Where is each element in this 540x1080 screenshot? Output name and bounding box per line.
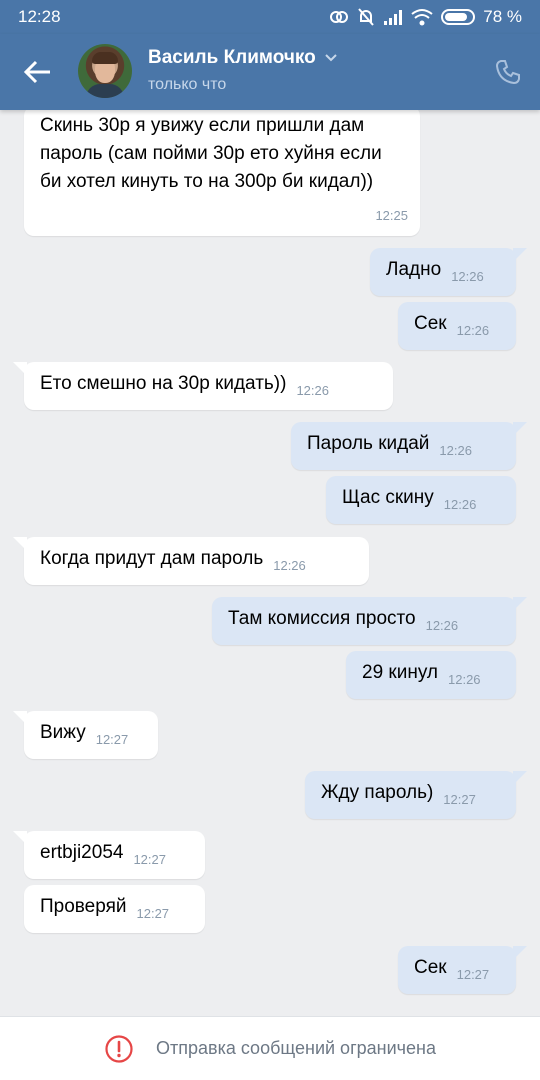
message-outgoing[interactable]: 29 кинул 12:26 (346, 651, 516, 699)
message-text: Ето смешно на 30р кидать)) (40, 373, 287, 394)
message-time: 12:25 (375, 208, 408, 223)
message-list[interactable]: Скинь 30р я увижу если пришли дам пароль… (0, 110, 540, 1016)
message-time: 12:26 (425, 618, 459, 633)
message-text: Вижу (40, 722, 86, 743)
message-text: Пароль кидай (307, 433, 430, 454)
message-incoming[interactable]: Вижу 12:27 (13, 711, 158, 759)
avatar[interactable] (78, 44, 132, 98)
chat-header: Василь Климочко только что (0, 34, 540, 110)
restriction-notice: Отправка сообщений ограничена (156, 1038, 436, 1058)
message-incoming[interactable]: Проверяй 12:27 (24, 885, 205, 933)
back-arrow-icon[interactable] (20, 56, 60, 88)
message-text: ertbji2054 (40, 842, 124, 863)
signal-icon (384, 10, 403, 25)
message-text: Проверяй (40, 896, 127, 917)
message-incoming[interactable]: Ето смешно на 30р кидать)) 12:26 (13, 362, 393, 410)
message-time: 12:26 (296, 383, 329, 398)
battery-percent: 78 % (483, 7, 522, 26)
message-incoming[interactable]: Скинь 30р я увижу если пришли дам пароль… (24, 110, 420, 236)
message-text: Сек (414, 957, 447, 978)
message-time: 12:26 (273, 558, 306, 573)
message-text: Там комиссия просто (228, 608, 416, 629)
chevron-down-icon (325, 54, 337, 62)
status-icons: 78 % (329, 7, 522, 27)
message-outgoing[interactable]: Сек 12:27 (398, 946, 527, 994)
contact-name[interactable]: Василь Климочко (148, 47, 338, 69)
message-time: 12:26 (448, 672, 481, 687)
message-outgoing[interactable]: Пароль кидай 12:26 (291, 422, 527, 470)
message-text: Сек (414, 313, 447, 334)
mute-bell-icon (358, 8, 375, 26)
message-incoming[interactable]: Когда придут дам пароль 12:26 (13, 537, 369, 585)
message-time: 12:26 (451, 269, 484, 284)
message-text: Жду пароль) (321, 782, 434, 803)
message-text: Щас скину (342, 487, 434, 508)
message-time: 12:26 (439, 443, 472, 458)
status-time: 12:28 (18, 7, 61, 26)
warning-icon (105, 1034, 133, 1063)
message-text: Ладно (386, 259, 442, 280)
wifi-icon (411, 9, 433, 26)
message-time: 12:27 (95, 732, 129, 747)
message-time: 12:26 (443, 497, 477, 512)
message-time: 12:27 (443, 792, 476, 807)
status-bar: 12:28 78 % (0, 0, 540, 34)
message-text: Когда придут дам пароль (40, 548, 264, 569)
message-outgoing[interactable]: Щас скину 12:26 (326, 476, 516, 524)
contact-status: только что (148, 76, 227, 93)
battery-icon (441, 9, 476, 25)
message-incoming[interactable]: ertbji2054 12:27 (13, 831, 205, 879)
send-restricted-bar: Отправка сообщений ограничена (0, 1016, 540, 1080)
message-outgoing[interactable]: Жду пароль) 12:27 (305, 771, 527, 819)
message-outgoing[interactable]: Там комиссия просто 12:26 (212, 597, 527, 645)
message-outgoing[interactable]: Сек 12:26 (398, 302, 516, 350)
phone-icon[interactable] (494, 58, 522, 86)
link-icon (330, 11, 349, 23)
message-time: 12:27 (456, 967, 490, 982)
message-time: 12:27 (136, 906, 170, 921)
message-text: 29 кинул (362, 662, 438, 683)
message-outgoing[interactable]: Ладно 12:26 (370, 248, 527, 296)
message-text: Скинь 30р я увижу если пришли дам пароль… (40, 115, 382, 192)
message-time: 12:26 (456, 323, 490, 338)
message-time: 12:27 (133, 852, 166, 867)
contact-name-label: Василь Климочко (148, 47, 316, 68)
